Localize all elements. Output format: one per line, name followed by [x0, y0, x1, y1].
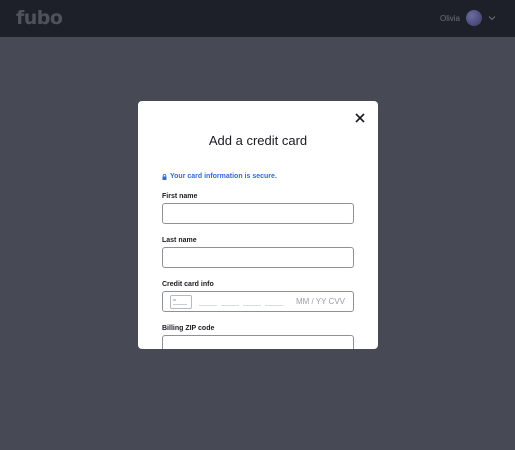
expiry-cvv-placeholder: MM / YY CVV — [295, 297, 345, 306]
first-name-input[interactable] — [162, 203, 354, 224]
secure-note: Your card information is secure. — [162, 173, 277, 180]
credit-card-input[interactable]: MM / YY CVV — [162, 291, 354, 312]
chevron-down-icon[interactable] — [487, 13, 497, 23]
avatar[interactable] — [466, 10, 482, 26]
top-navigation-bar: fubo Olivia — [0, 0, 515, 37]
card-number-placeholder-segment — [265, 305, 283, 306]
zip-code-input[interactable] — [162, 335, 354, 349]
fubo-logo[interactable]: fubo — [16, 7, 63, 29]
card-number-placeholder-segment — [243, 305, 261, 306]
dialog-title: Add a credit card — [208, 133, 308, 148]
card-number-placeholder-segment — [199, 305, 217, 306]
user-menu[interactable]: Olivia — [440, 10, 497, 26]
credit-card-label: Credit card info — [162, 281, 214, 288]
last-name-input[interactable] — [162, 247, 354, 268]
close-icon[interactable] — [354, 112, 366, 124]
secure-note-text: Your card information is secure. — [170, 173, 277, 180]
add-credit-card-dialog: Add a credit card Your card information … — [138, 101, 378, 349]
zip-code-label: Billing ZIP code — [162, 325, 215, 332]
last-name-label: Last name — [162, 237, 197, 244]
first-name-label: First name — [162, 193, 198, 200]
credit-card-icon — [170, 295, 192, 309]
lock-icon — [162, 173, 167, 180]
card-number-placeholder-segment — [221, 305, 239, 306]
user-name: Olivia — [439, 13, 460, 23]
